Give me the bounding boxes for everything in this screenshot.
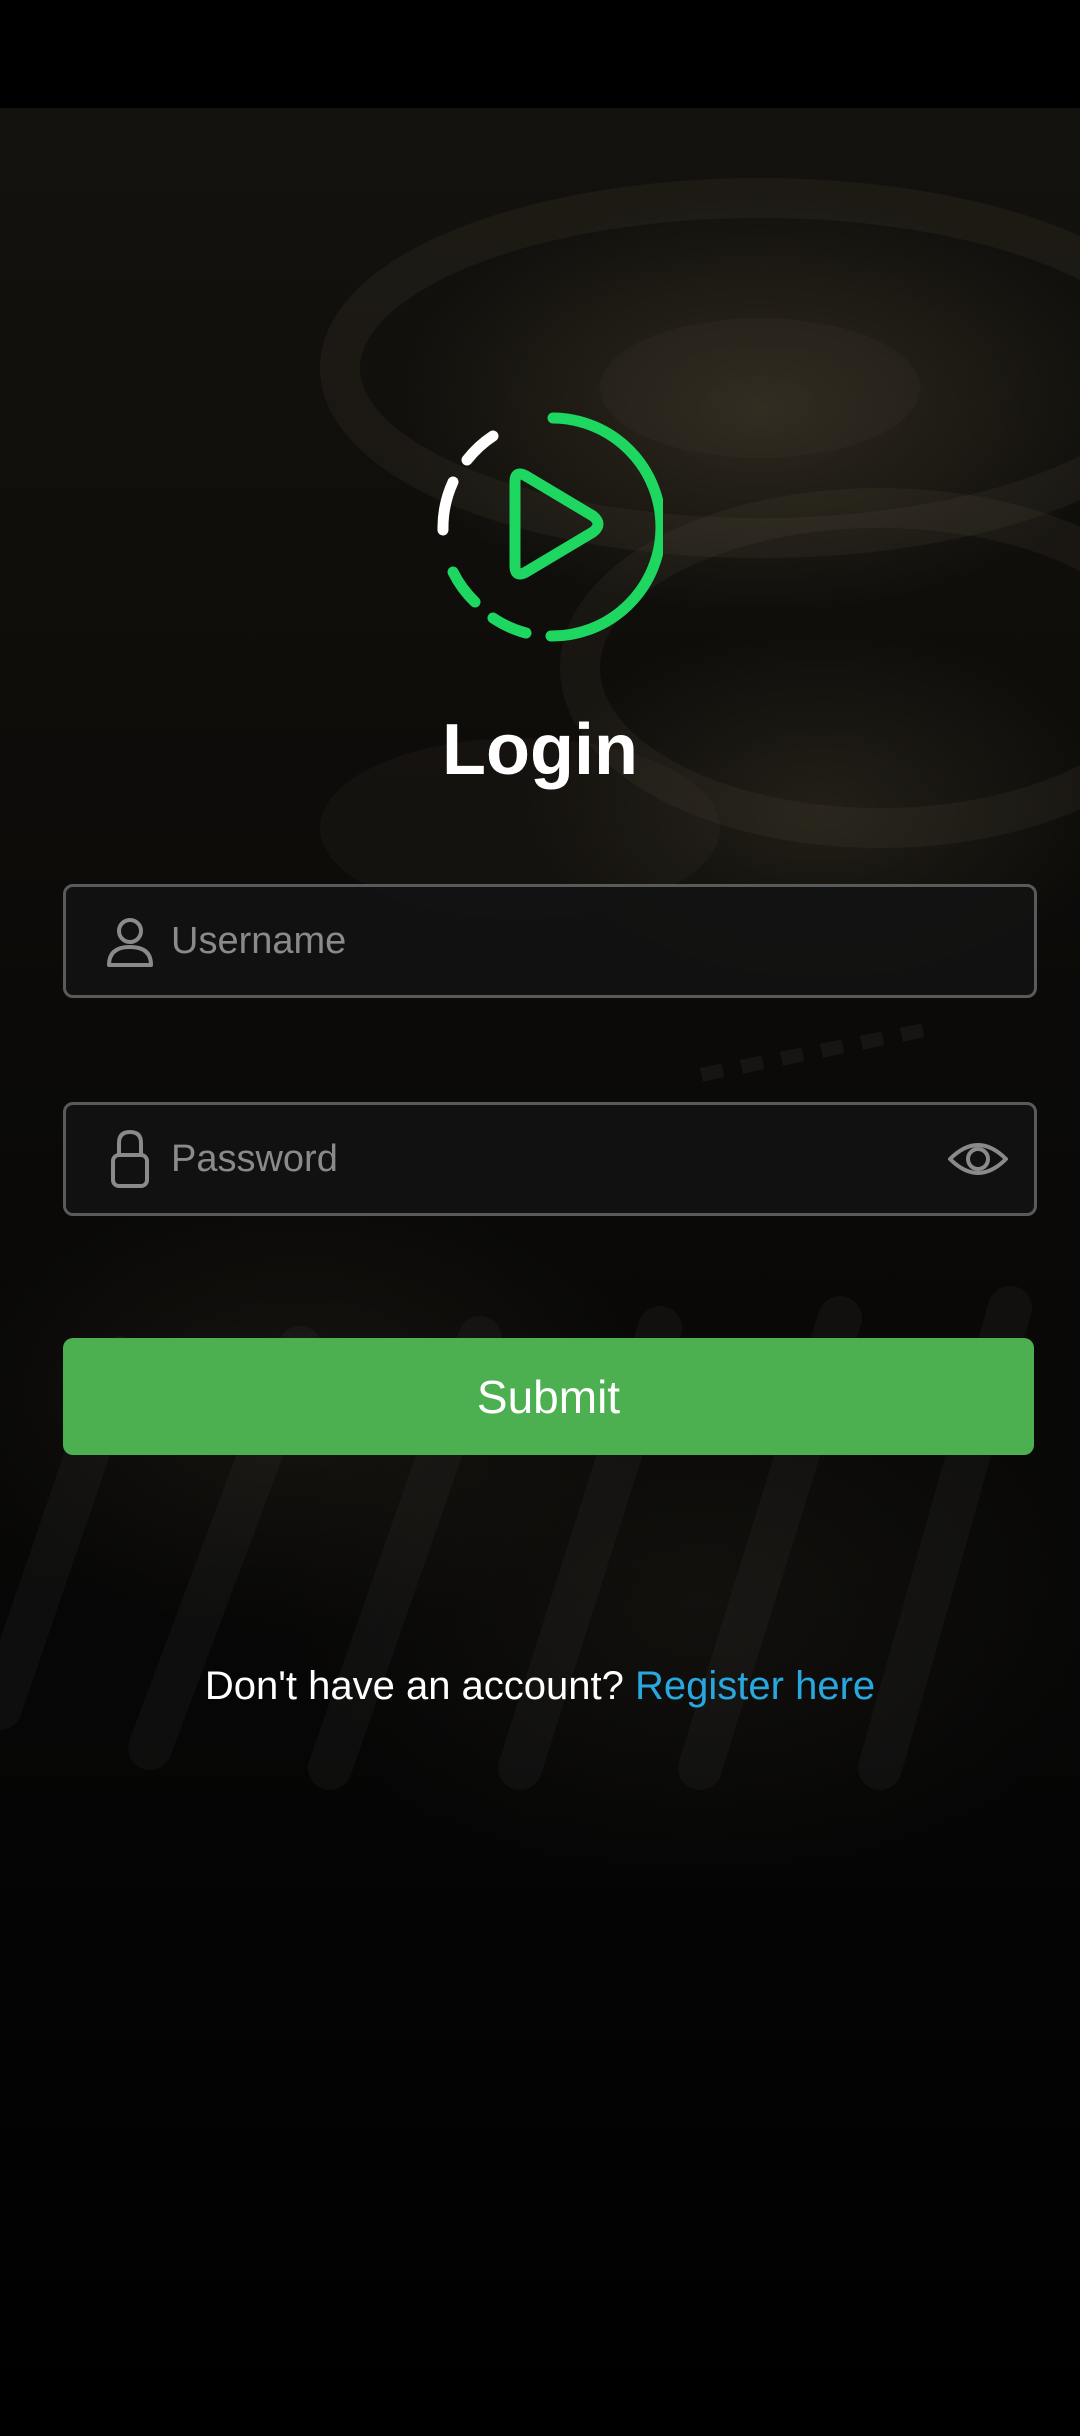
register-prompt: Don't have an account? Register here	[0, 1658, 1080, 1714]
login-screen: Login Submit Don't have an account?	[0, 0, 1080, 2436]
username-input[interactable]	[171, 887, 971, 995]
register-prompt-text: Don't have an account?	[204, 1664, 636, 1708]
username-field[interactable]	[63, 884, 1037, 998]
password-input[interactable]	[171, 1105, 971, 1213]
password-field[interactable]	[63, 1102, 1037, 1216]
register-link[interactable]: Register here	[635, 1664, 875, 1708]
user-icon	[100, 911, 160, 971]
page-title: Login	[442, 710, 638, 790]
eye-icon[interactable]	[946, 1129, 1010, 1189]
status-bar	[0, 0, 1080, 108]
submit-button[interactable]: Submit	[63, 1338, 1034, 1455]
play-circle-icon	[433, 412, 667, 642]
lock-icon	[100, 1129, 160, 1189]
